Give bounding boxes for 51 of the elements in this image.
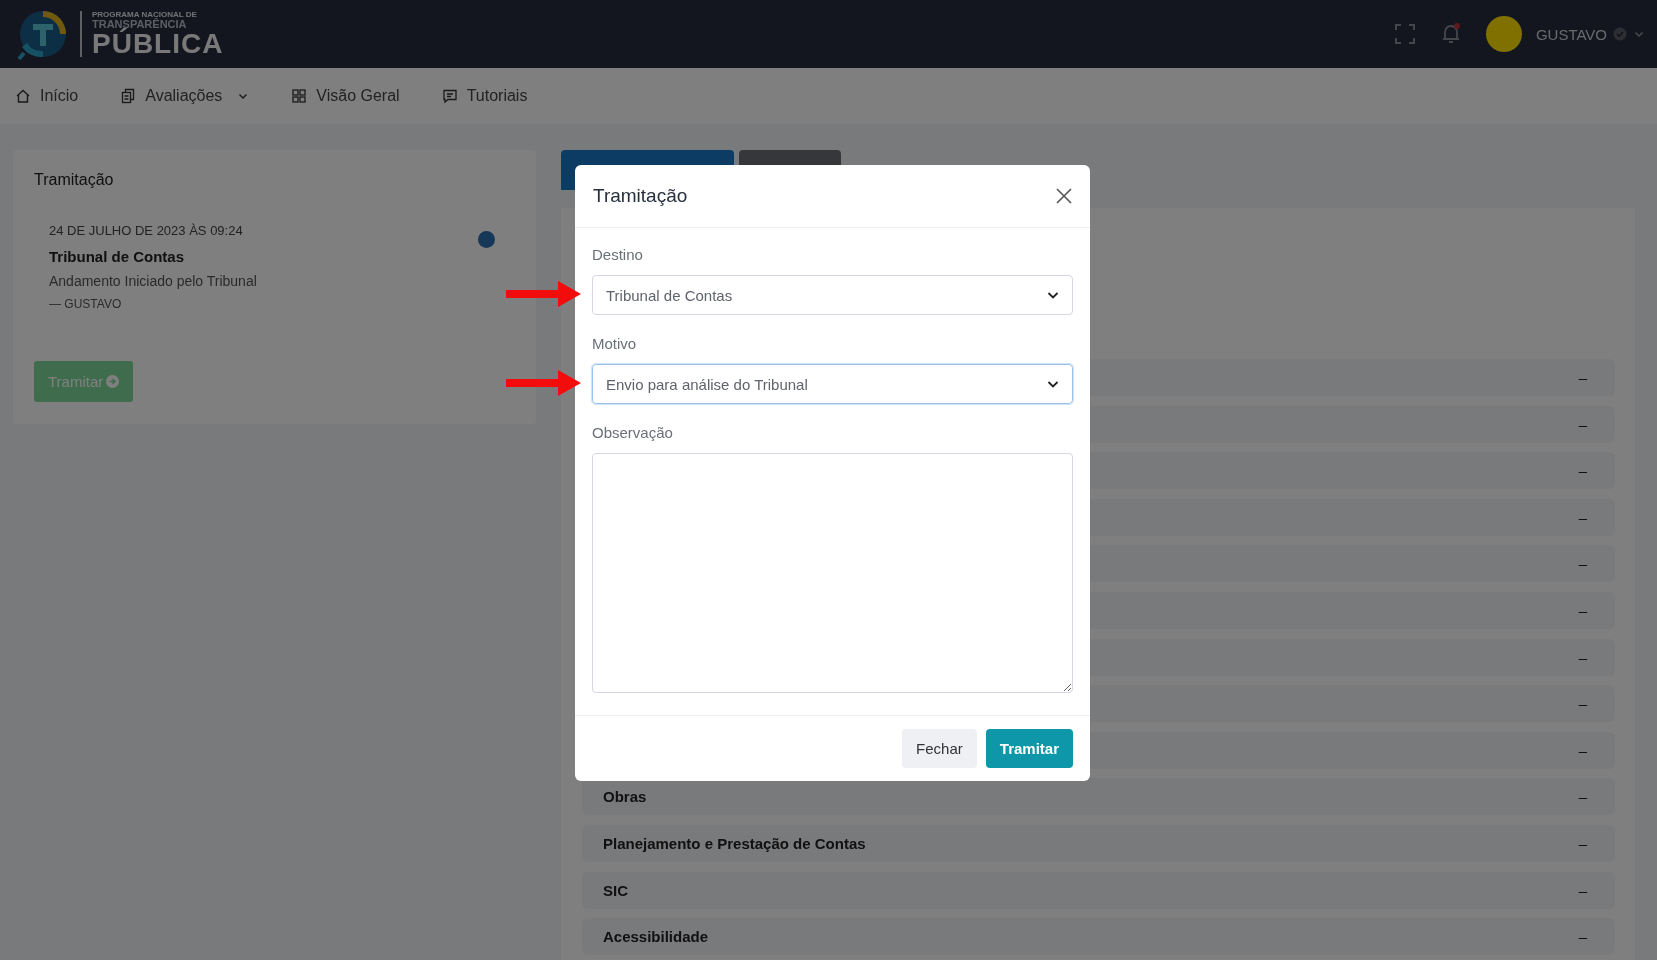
chat-bubble-icon [441,88,458,104]
tramitar-button[interactable]: Tramitar [985,729,1073,768]
collapse-toggle[interactable]: – [1578,601,1587,619]
user-name[interactable]: GUSTAVO [1535,25,1607,43]
field-label: Observação [592,424,674,441]
section-title: Acessibilidade [603,928,709,946]
home-icon [15,88,31,104]
nav-item[interactable]: Visão Geral [291,87,400,105]
collapse-toggle[interactable]: – [1578,369,1587,386]
entry-date: 24 DE JULHO DE 2023 ÀS 09:24 [49,223,244,238]
entry-author: — GUSTAVO [49,297,123,311]
section-title: Obras [603,788,647,806]
collapse-toggle[interactable]: – [1578,928,1587,946]
collapse-toggle[interactable]: – [1578,555,1587,573]
collapse-toggle[interactable]: – [1578,695,1587,713]
accordion-row[interactable]: Obras – [582,778,1615,816]
accordion-row[interactable]: Planejamento e Prestação de Contas – [582,824,1615,862]
close-button[interactable]: Fechar [902,729,977,768]
collapse-toggle[interactable]: – [1578,834,1587,852]
documents-icon [120,88,137,104]
collapse-toggle[interactable]: – [1578,648,1587,666]
grid-icon [291,88,308,104]
field-label: Destino [592,246,644,263]
collapse-toggle[interactable]: – [1578,415,1587,433]
field-label: Motivo [592,335,638,352]
card-title: Tramitação [34,171,115,189]
collapse-toggle[interactable]: – [1578,881,1587,899]
dropdown[interactable]: Envio para análise do Tribunal [592,364,1073,404]
timeline-dot [478,231,495,248]
text-area[interactable] [592,453,1073,693]
collapse-toggle[interactable]: – [1578,508,1587,526]
brand-title: PÚBLICA [92,29,224,58]
arrow-circle-icon [106,375,120,388]
collapse-toggle[interactable]: – [1578,741,1587,759]
modal-title: Tramitação [593,185,688,207]
close-icon[interactable] [1055,187,1073,205]
nav-item[interactable]: Início [15,87,79,105]
dropdown[interactable]: Tribunal de Contas [592,275,1073,315]
section-title: SIC [603,881,628,899]
nav-item[interactable]: Tutoriais [441,87,528,105]
accordion-row[interactable]: Acessibilidade – [582,918,1615,956]
brand-subtitle: PROGRAMA NACIONAL DE [92,10,198,19]
entry-destination: Tribunal de Contas [49,248,185,265]
fullscreen-icon[interactable] [1393,23,1416,45]
collapse-toggle[interactable]: – [1578,788,1587,806]
accordion-row[interactable]: SIC – [582,871,1615,909]
entry-description: Andamento Iniciado pelo Tribunal [49,273,257,289]
avatar[interactable] [1485,16,1522,52]
collapse-toggle[interactable]: – [1578,462,1587,480]
section-title: Planejamento e Prestação de Contas [603,834,866,852]
nav-item[interactable]: Avaliações [120,87,250,105]
